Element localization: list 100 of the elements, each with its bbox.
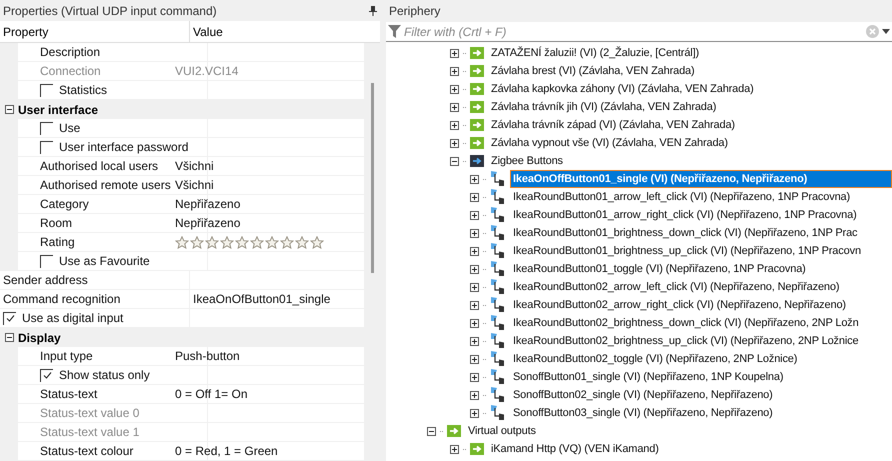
tree-item[interactable]: Závlaha kapkovka záhony (VI) (Závlaha, VEN Zahrada) <box>488 80 757 98</box>
expand-icon[interactable] <box>470 264 479 274</box>
expand-icon[interactable] <box>450 138 459 148</box>
expand-icon[interactable] <box>470 210 479 220</box>
property-name: Room <box>40 215 72 232</box>
tree-item[interactable]: ZATAŽENÍ žaluzii! (VI) (2_Žaluzie, [Centrál]) <box>488 44 702 62</box>
tree-item[interactable]: SonoffButton01_single (VI) (Nepřiřazeno, 1NP Koupelna) <box>510 368 786 386</box>
property-name: Authorised local users <box>40 158 158 175</box>
expand-icon[interactable] <box>470 390 479 400</box>
dropdown-icon[interactable] <box>882 29 890 34</box>
property-value: 0 = Off 1= On <box>175 386 248 403</box>
tree-item[interactable]: iKamand Http (VQ) (VEN iKamand) <box>488 440 662 458</box>
tree-item[interactable]: IkeaOnOffButton01_single (VI) (Nepřiřazeno, Nepřiřazeno) <box>510 170 892 188</box>
tree-item[interactable]: IkeaRoundButton02_toggle (VI) (Nepřiřazeno, 2NP Ložnice) <box>510 350 800 368</box>
tree-item[interactable]: Závlaha trávník jih (VI) (Závlaha, VEN Zahrada) <box>488 98 720 116</box>
tree-item[interactable]: IkeaRoundButton01_toggle (VI) (Nepřiřazeno, 1NP Pracovna) <box>510 260 809 278</box>
tree-item[interactable]: IkeaRoundButton02_brightness_down_click (VI) (Nepřiřazeno, 2NP Ložn <box>510 314 862 332</box>
flag-icon <box>490 387 506 403</box>
tree-item[interactable]: Virtual outputs <box>465 422 539 440</box>
arrow-icon <box>470 137 484 149</box>
star-icon <box>310 236 324 248</box>
expand-icon[interactable] <box>470 192 479 202</box>
expand-icon[interactable] <box>470 372 479 382</box>
tree-item[interactable]: IkeaRoundButton01_brightness_up_click (VI) (Nepřiřazeno, 1NP Pracovn <box>510 242 864 260</box>
star-icon <box>190 236 204 248</box>
expand-icon[interactable] <box>470 228 479 238</box>
flag-icon <box>490 369 506 385</box>
tree-item[interactable]: IkeaRoundButton01_arrow_right_click (VI) (Nepřiřazeno, 1NP Pracovna) <box>510 206 860 224</box>
arrow-icon <box>470 443 484 455</box>
arrow-icon <box>447 425 461 437</box>
star-icon <box>205 236 219 248</box>
checkbox[interactable] <box>40 84 53 96</box>
tree-item[interactable]: IkeaRoundButton02_brightness_up_click (VI) (Nepřiřazeno, 2NP Ložnice <box>510 332 862 350</box>
star-icon <box>235 236 249 248</box>
tree-item[interactable]: IkeaRoundButton02_arrow_right_click (VI) (Nepřiřazeno, Nepřiřazeno) <box>510 296 849 314</box>
tree-item[interactable]: Závlaha vypnout vše (VI) (Závlaha, VEN Zahrada) <box>488 134 731 152</box>
property-name: Use <box>59 120 80 137</box>
property-value: Všichni <box>175 177 214 194</box>
column-header[interactable]: Property <box>0 21 190 42</box>
checkbox[interactable] <box>40 140 53 154</box>
panel-title: Properties (Virtual UDP input command) <box>3 2 217 20</box>
checkbox[interactable] <box>3 312 16 324</box>
flag-icon <box>490 261 506 277</box>
expand-icon[interactable] <box>450 444 459 454</box>
star-icon <box>280 236 294 248</box>
tree-item[interactable]: Závlaha brest (VI) (Závlaha, VEN Zahrada) <box>488 62 698 80</box>
expand-icon[interactable] <box>450 48 459 58</box>
arrow-icon <box>470 47 484 59</box>
collapse-icon[interactable] <box>4 333 14 342</box>
property-name: Status-text value 1 <box>40 424 140 441</box>
rating-stars[interactable] <box>175 236 324 248</box>
expand-icon[interactable] <box>470 354 479 364</box>
expand-icon[interactable] <box>470 282 479 292</box>
expand-icon[interactable] <box>470 300 479 310</box>
tree-item[interactable]: IkeaRoundButton02_arrow_left_click (VI) (Nepřiřazeno, Nepřiřazeno) <box>510 278 842 296</box>
expand-icon[interactable] <box>470 318 479 328</box>
collapse-icon[interactable] <box>427 426 436 436</box>
expand-icon[interactable] <box>470 336 479 346</box>
tree-item[interactable]: Zigbee Buttons <box>488 152 566 170</box>
flag-icon <box>490 315 506 331</box>
property-name: User interface password <box>59 139 188 156</box>
column-header[interactable]: Value <box>190 21 380 42</box>
expand-icon[interactable] <box>450 102 459 112</box>
expand-icon[interactable] <box>470 174 479 184</box>
flag-icon <box>490 171 506 187</box>
tree-item[interactable]: IkeaRoundButton01_arrow_left_click (VI) (Nepřiřazeno, 1NP Pracovna) <box>510 188 854 206</box>
tree-item[interactable]: Závlaha trávník západ (VI) (Závlaha, VEN Zahrada) <box>488 116 738 134</box>
filter-field[interactable]: Filter with (Crtl + F) <box>404 22 863 40</box>
property-name: Command recognition <box>3 291 120 308</box>
tree-item[interactable]: SonoffButton02_single (VI) (Nepřiřazeno, Nepřiřazeno) <box>510 386 776 404</box>
property-name: Connection <box>40 63 101 80</box>
group-header: Display <box>18 330 61 346</box>
property-name: Statistics <box>59 82 108 99</box>
property-name: Status-text colour <box>40 443 134 460</box>
property-name: Status-text value 0 <box>40 405 140 422</box>
property-name: Input type <box>40 348 93 365</box>
flag-icon <box>490 333 506 349</box>
filter-icon <box>388 25 401 38</box>
checkbox[interactable] <box>40 122 53 134</box>
arrow-icon <box>470 65 484 77</box>
expand-icon[interactable] <box>450 120 459 130</box>
checkbox[interactable] <box>40 254 53 268</box>
checkbox[interactable] <box>40 368 53 382</box>
flag-icon <box>490 207 506 223</box>
arrow-icon <box>470 101 484 113</box>
tree-item[interactable]: IkeaRoundButton01_brightness_down_click (VI) (Nepřiřazeno, 1NP Prac <box>510 224 860 242</box>
property-name: Authorised remote users <box>40 177 171 194</box>
pin-icon[interactable] <box>369 6 377 16</box>
star-icon <box>250 236 264 248</box>
expand-icon[interactable] <box>470 246 479 256</box>
expand-icon[interactable] <box>450 84 459 94</box>
collapse-icon[interactable] <box>450 156 459 166</box>
property-name: Show status only <box>59 367 150 384</box>
property-name: Sender address <box>3 272 88 289</box>
filter-bar[interactable]: Filter with (Crtl + F) <box>386 22 892 42</box>
flag-icon <box>490 279 506 295</box>
expand-icon[interactable] <box>450 66 459 76</box>
collapse-icon[interactable] <box>4 105 14 114</box>
expand-icon[interactable] <box>470 408 479 418</box>
tree-item[interactable]: SonoffButton03_single (VI) (Nepřiřazeno, Nepřiřazeno) <box>510 404 776 422</box>
